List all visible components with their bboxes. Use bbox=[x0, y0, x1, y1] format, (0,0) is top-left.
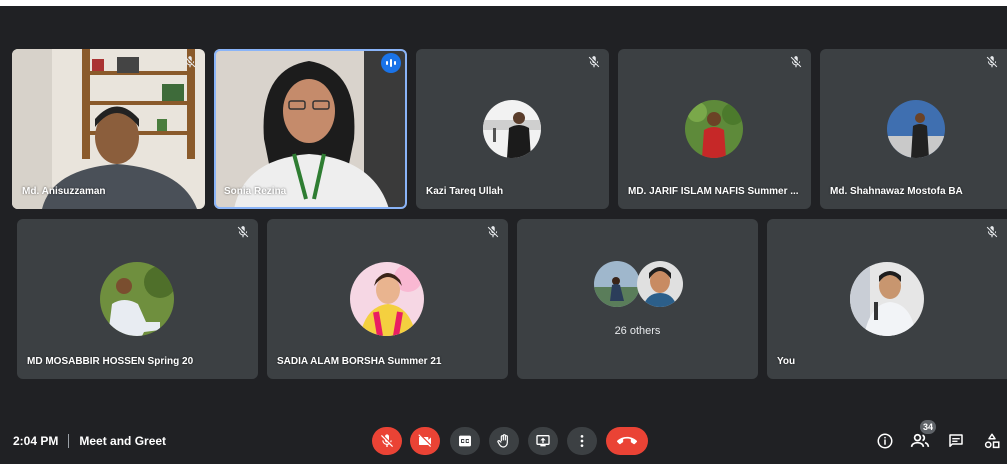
avatar bbox=[685, 100, 743, 158]
participant-name: Md. Shahnawaz Mostofa BA bbox=[830, 186, 963, 197]
captions-button[interactable] bbox=[450, 427, 480, 455]
mic-off-icon bbox=[986, 226, 998, 238]
participant-name: MD. JARIF ISLAM NAFIS Summer ... bbox=[628, 186, 799, 197]
participant-name: SADIA ALAM BORSHA Summer 21 bbox=[277, 356, 442, 367]
avatar bbox=[637, 261, 683, 307]
chat-button[interactable] bbox=[946, 431, 966, 451]
leave-call-button[interactable] bbox=[606, 427, 648, 455]
avatar bbox=[100, 262, 174, 336]
more-options-button[interactable] bbox=[567, 427, 597, 455]
participant-tile-others[interactable]: 26 others bbox=[517, 219, 758, 379]
participant-count-badge: 34 bbox=[920, 420, 936, 434]
meeting-details-button[interactable] bbox=[875, 431, 895, 451]
participant-tile-sonia-rezina[interactable]: Sonia Rezina bbox=[214, 49, 407, 209]
participant-tile-sadia-alam-borsha[interactable]: SADIA ALAM BORSHA Summer 21 bbox=[267, 219, 508, 379]
present-screen-icon bbox=[536, 435, 550, 447]
more-vert-icon bbox=[580, 435, 584, 447]
mic-off-icon bbox=[381, 434, 393, 447]
participant-tile-shahnawaz-mostofa[interactable]: Md. Shahnawaz Mostofa BA bbox=[820, 49, 1007, 209]
chat-icon bbox=[949, 434, 963, 447]
speaking-indicator-icon bbox=[381, 53, 401, 73]
toggle-camera-button[interactable] bbox=[410, 427, 440, 455]
participant-tile-mosabbir-hossen[interactable]: MD MOSABBIR HOSSEN Spring 20 bbox=[17, 219, 258, 379]
info-icon bbox=[877, 433, 893, 449]
others-count-label: 26 others bbox=[614, 325, 661, 337]
participant-name: Md. Anisuzzaman bbox=[22, 186, 106, 197]
participant-tile-you[interactable]: You bbox=[767, 219, 1007, 379]
participant-name: You bbox=[777, 356, 796, 367]
mic-off-icon bbox=[986, 56, 998, 68]
participant-name: MD MOSABBIR HOSSEN Spring 20 bbox=[27, 356, 194, 367]
videocam-off-icon bbox=[418, 434, 431, 447]
activities-button[interactable] bbox=[982, 431, 1002, 451]
present-now-button[interactable] bbox=[528, 427, 558, 455]
mic-off-icon bbox=[184, 56, 196, 68]
participant-tile-jarif-islam-nafis[interactable]: MD. JARIF ISLAM NAFIS Summer ... bbox=[618, 49, 811, 209]
avatar bbox=[850, 262, 924, 336]
call-end-icon bbox=[617, 436, 637, 445]
avatar bbox=[483, 100, 541, 158]
participant-tile-kazi-tareq-ullah[interactable]: Kazi Tareq Ullah bbox=[416, 49, 609, 209]
meeting-title[interactable]: Meet and Greet bbox=[79, 434, 166, 448]
video-feed bbox=[12, 49, 205, 209]
toggle-microphone-button[interactable] bbox=[372, 427, 402, 455]
hand-icon bbox=[497, 434, 508, 448]
participant-name: Sonia Rezina bbox=[224, 186, 287, 197]
people-icon bbox=[910, 433, 930, 447]
participant-tile-anisuzzaman[interactable]: Md. Anisuzzaman bbox=[12, 49, 205, 209]
meeting-info: 2:04 PM Meet and Greet bbox=[13, 434, 166, 448]
closed-captions-icon bbox=[459, 435, 471, 447]
avatar bbox=[887, 100, 945, 158]
speaking-highlight bbox=[214, 49, 407, 209]
raise-hand-button[interactable] bbox=[489, 427, 519, 455]
meeting-time: 2:04 PM bbox=[13, 434, 59, 448]
shapes-icon bbox=[984, 433, 1000, 449]
mic-off-icon bbox=[588, 56, 600, 68]
participant-name: Kazi Tareq Ullah bbox=[426, 186, 504, 197]
mic-off-icon bbox=[790, 56, 802, 68]
meeting-stage: Md. Anisuzzaman Sonia Rezina Kazi Tareq bbox=[0, 6, 1007, 464]
divider bbox=[68, 434, 70, 448]
mic-off-icon bbox=[487, 226, 499, 238]
participants-button[interactable] bbox=[910, 431, 930, 451]
avatar bbox=[350, 262, 424, 336]
avatar bbox=[594, 261, 640, 307]
mic-off-icon bbox=[237, 226, 249, 238]
